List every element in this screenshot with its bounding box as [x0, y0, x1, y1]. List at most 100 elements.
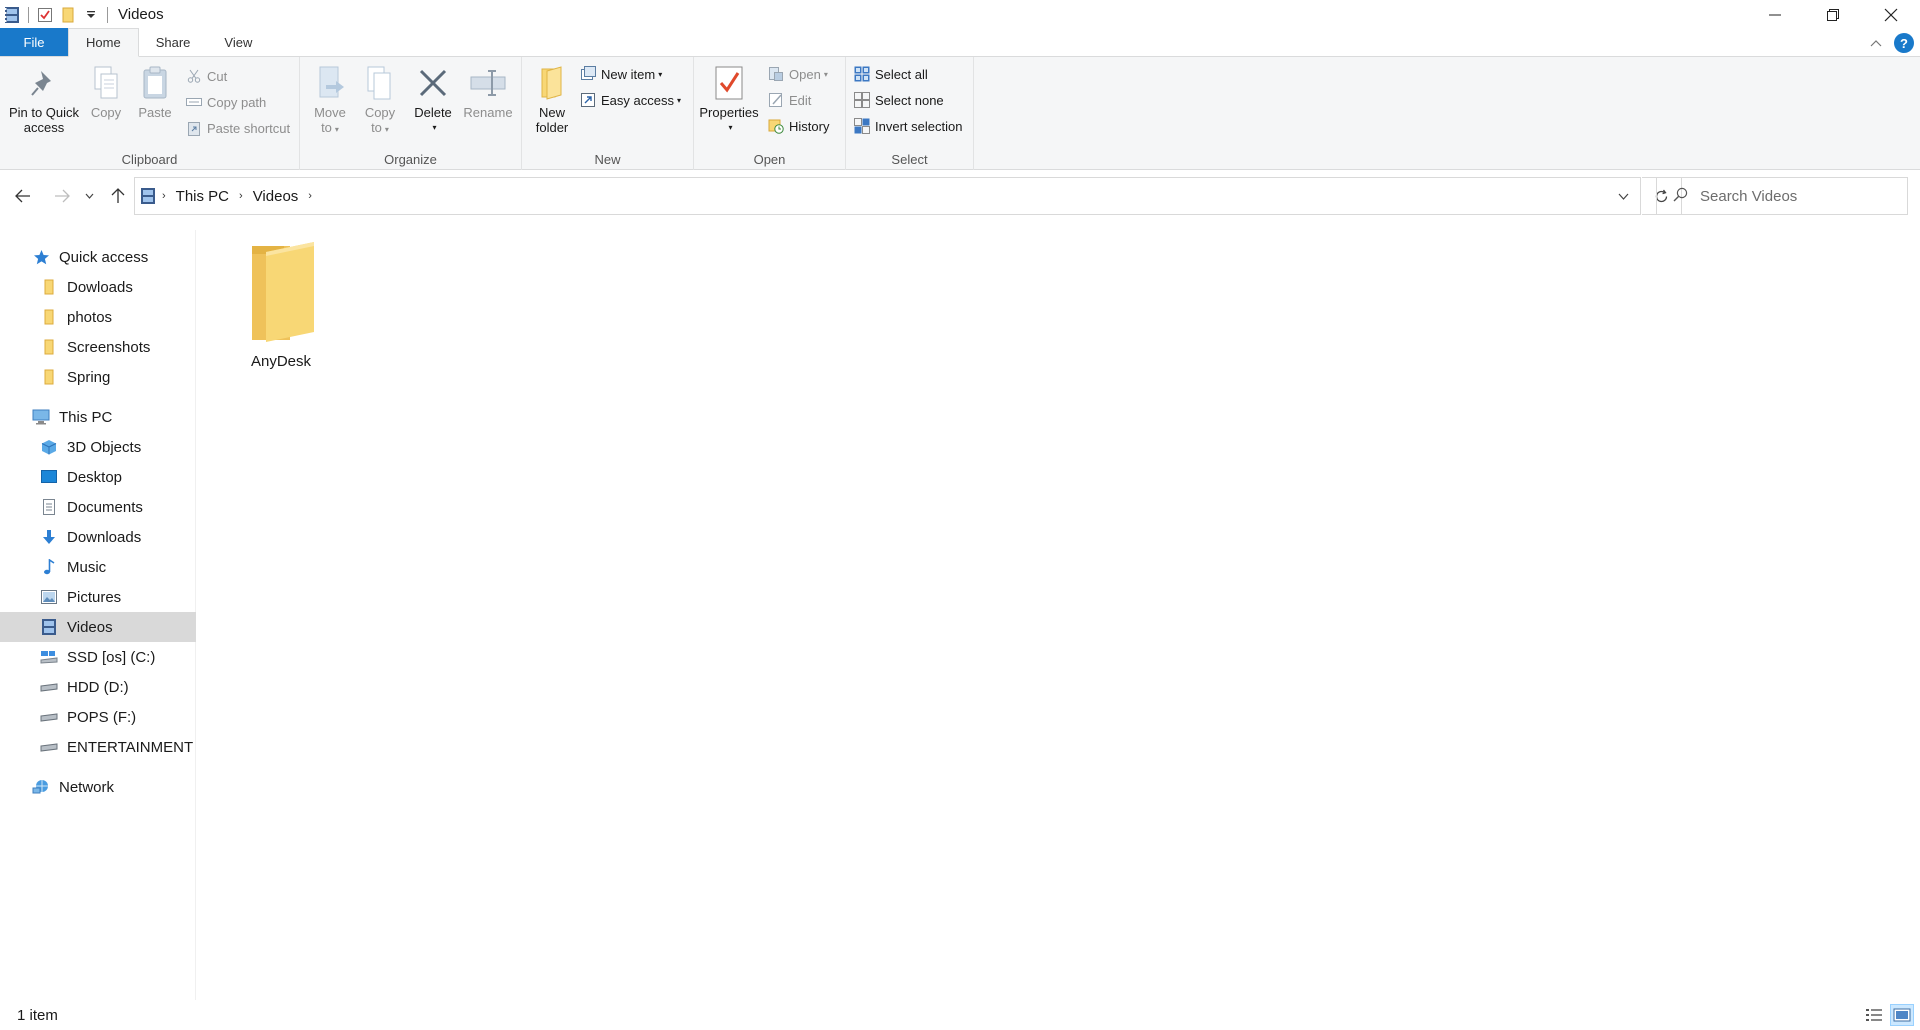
- search-input[interactable]: [1700, 187, 1900, 205]
- open-icon: [768, 66, 784, 82]
- paste-label: Paste: [138, 105, 172, 120]
- nav-item-music[interactable]: Music: [0, 552, 196, 582]
- nav-item-screenshots[interactable]: Screenshots: [0, 332, 196, 362]
- move-to-label-line2: to ▾: [321, 120, 339, 135]
- select-all-icon: [854, 66, 870, 82]
- copy-path-label: Copy path: [207, 94, 267, 110]
- file-list-view: AnyDesk: [198, 230, 1920, 1000]
- breadcrumb-separator-icon[interactable]: ›: [239, 190, 243, 202]
- new-folder-label-line2: folder: [535, 120, 569, 135]
- nav-item-ssd-c[interactable]: SSD [os] (C:): [0, 642, 196, 672]
- tab-home[interactable]: Home: [68, 28, 139, 57]
- qat-customize-dropdown-icon[interactable]: [81, 5, 101, 25]
- cut-button[interactable]: Cut: [186, 65, 227, 87]
- nav-quick-access[interactable]: Quick access: [0, 242, 196, 272]
- minimize-button[interactable]: [1746, 0, 1804, 29]
- properties-check-icon[interactable]: [35, 5, 55, 25]
- copy-to-label-line2: to ▾: [371, 120, 389, 135]
- nav-label: Downloads: [67, 528, 142, 546]
- organize-group: Move to ▾ Copy to ▾ Delete ▾ Rename Organi…: [300, 57, 522, 170]
- properties-button[interactable]: Properties ▾: [698, 63, 760, 135]
- nav-item-desktop[interactable]: Desktop: [0, 462, 196, 492]
- breadcrumb-separator-icon[interactable]: ›: [162, 190, 166, 202]
- status-bar: 1 item: [0, 1000, 1920, 1030]
- select-group: Select all Select none Invert selection …: [846, 57, 974, 170]
- select-all-button[interactable]: Select all: [854, 63, 928, 85]
- pin-to-quick-access-button[interactable]: Pin to Quick access: [8, 63, 80, 135]
- tab-share[interactable]: Share: [139, 28, 208, 56]
- paste-button[interactable]: Paste: [135, 63, 175, 120]
- nav-label: Music: [67, 558, 107, 576]
- videos-app-icon: [2, 5, 22, 25]
- nav-this-pc[interactable]: This PC: [0, 402, 196, 432]
- tab-file[interactable]: File: [0, 28, 68, 56]
- copy-to-button[interactable]: Copy to ▾: [360, 63, 400, 137]
- history-button[interactable]: History: [768, 115, 829, 137]
- navigation-pane: Quick access Dowloads photos Screenshots…: [0, 230, 196, 1000]
- nav-item-pictures[interactable]: Pictures: [0, 582, 196, 612]
- new-item-icon: [580, 66, 596, 82]
- breadcrumb-separator-icon[interactable]: ›: [308, 190, 312, 202]
- help-button[interactable]: ?: [1894, 33, 1914, 53]
- forward-button[interactable]: [50, 184, 74, 208]
- delete-dropdown-icon: ▾: [432, 123, 437, 132]
- restore-button[interactable]: [1804, 0, 1862, 29]
- recent-locations-dropdown[interactable]: [80, 184, 98, 208]
- quick-access-toolbar: Videos: [0, 0, 164, 29]
- nav-item-3d-objects[interactable]: 3D Objects: [0, 432, 196, 462]
- nav-item-entertainment[interactable]: ENTERTAINMENT (G:): [0, 732, 196, 762]
- collapse-ribbon-icon[interactable]: [1870, 35, 1882, 51]
- os-drive-icon: [40, 648, 58, 666]
- select-none-button[interactable]: Select none: [854, 89, 944, 111]
- new-folder-button[interactable]: New folder: [530, 63, 574, 135]
- invert-selection-button[interactable]: Invert selection: [854, 115, 962, 137]
- nav-item-spring[interactable]: Spring: [0, 362, 196, 392]
- delete-button[interactable]: Delete ▾: [413, 63, 453, 135]
- nav-item-dowloads[interactable]: Dowloads: [0, 272, 196, 302]
- move-to-button[interactable]: Move to ▾: [310, 63, 350, 137]
- nav-item-photos[interactable]: photos: [0, 302, 196, 332]
- breadcrumb-videos[interactable]: Videos: [253, 188, 299, 205]
- breadcrumb-this-pc[interactable]: This PC: [176, 188, 229, 205]
- copy-label: Copy: [90, 105, 122, 120]
- nav-network[interactable]: Network: [0, 772, 196, 802]
- address-bar[interactable]: › This PC › Videos ›: [134, 177, 1641, 215]
- search-box[interactable]: [1656, 177, 1908, 215]
- address-history-dropdown[interactable]: [1608, 178, 1638, 214]
- nav-item-pops-f[interactable]: POPS (F:): [0, 702, 196, 732]
- folder-item-anydesk[interactable]: AnyDesk: [236, 240, 326, 370]
- details-view-button[interactable]: [1862, 1004, 1886, 1026]
- music-note-icon: [40, 558, 58, 576]
- new-item-button[interactable]: New item ▾: [580, 63, 662, 85]
- easy-access-button[interactable]: Easy access ▾: [580, 89, 681, 111]
- view-toggle: [1862, 1004, 1914, 1026]
- star-icon: [32, 248, 50, 266]
- back-button[interactable]: [11, 184, 35, 208]
- edit-icon: [768, 92, 784, 108]
- open-button[interactable]: Open ▾: [768, 63, 828, 85]
- large-icons-view-button[interactable]: [1890, 1004, 1914, 1026]
- nav-label: Network: [59, 778, 115, 796]
- edit-button[interactable]: Edit: [768, 89, 811, 111]
- new-folder-qat-icon[interactable]: [58, 5, 78, 25]
- paste-shortcut-icon: [186, 120, 202, 136]
- move-to-label-line1: Move: [314, 105, 346, 120]
- up-button[interactable]: [106, 184, 130, 208]
- download-arrow-icon: [40, 528, 58, 546]
- copy-button[interactable]: Copy: [86, 63, 126, 120]
- open-group: Properties ▾ Open ▾ Edit History Open: [694, 57, 846, 170]
- paste-shortcut-button[interactable]: Paste shortcut: [186, 117, 290, 139]
- nav-item-downloads[interactable]: Downloads: [0, 522, 196, 552]
- nav-label: 3D Objects: [67, 438, 142, 456]
- open-group-label: Open: [753, 152, 786, 167]
- copy-path-button[interactable]: Copy path: [186, 91, 266, 113]
- rename-button[interactable]: Rename: [462, 63, 514, 120]
- nav-item-videos[interactable]: Videos: [0, 612, 196, 642]
- tab-view[interactable]: View: [207, 28, 269, 56]
- nav-item-hdd-d[interactable]: HDD (D:): [0, 672, 196, 702]
- nav-label: POPS (F:): [67, 708, 137, 726]
- rename-icon: [470, 63, 506, 103]
- nav-item-documents[interactable]: Documents: [0, 492, 196, 522]
- close-button[interactable]: [1862, 0, 1920, 29]
- nav-label: Dowloads: [67, 278, 133, 296]
